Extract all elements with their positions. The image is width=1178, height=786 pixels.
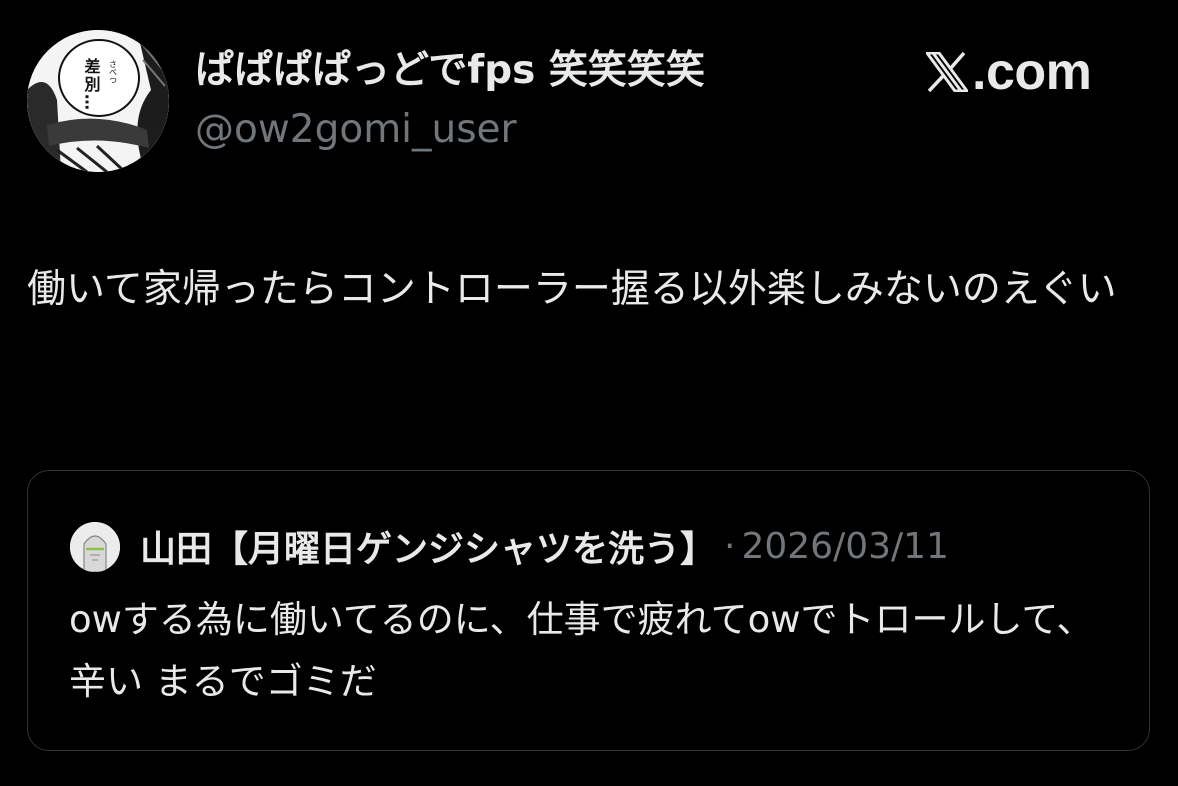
brand-domain-text: .com bbox=[972, 43, 1092, 101]
genji-avatar-icon bbox=[70, 522, 120, 572]
quoted-tweet[interactable]: 山田【月曜日ゲンジシャツを洗う】 · 2026/03/11 owする為に働いてる… bbox=[27, 470, 1150, 751]
avatar-furigana: さべつ bbox=[109, 60, 118, 84]
avatar-speech-text: 差別… bbox=[82, 57, 101, 112]
author-avatar[interactable]: 差別… さべつ bbox=[27, 30, 169, 172]
quote-author-avatar[interactable] bbox=[70, 522, 120, 572]
author-handle[interactable]: @ow2gomi_user bbox=[195, 107, 517, 154]
quote-author-name[interactable]: 山田【月曜日ゲンジシャツを洗う】 bbox=[140, 520, 716, 572]
manga-avatar-icon: 差別… さべつ bbox=[27, 30, 169, 172]
quote-text: owする為に働いてるのに、仕事で疲れてowでトロールして、辛い まるでゴミだ bbox=[69, 598, 1094, 703]
quote-header: 山田【月曜日ゲンジシャツを洗う】 · 2026/03/11 bbox=[140, 518, 949, 574]
quote-date[interactable]: 2026/03/11 bbox=[741, 526, 949, 567]
tweet-text: 働いて家帰ったらコントローラー握る以外楽しみないのえぐい bbox=[27, 267, 1117, 312]
x-logo-icon bbox=[926, 52, 968, 92]
quote-separator: · bbox=[724, 525, 736, 567]
x-brand: .com bbox=[926, 40, 1092, 104]
author-display-name[interactable]: ぱぱぱぱっどでfps 笑笑笑笑 bbox=[195, 48, 705, 95]
